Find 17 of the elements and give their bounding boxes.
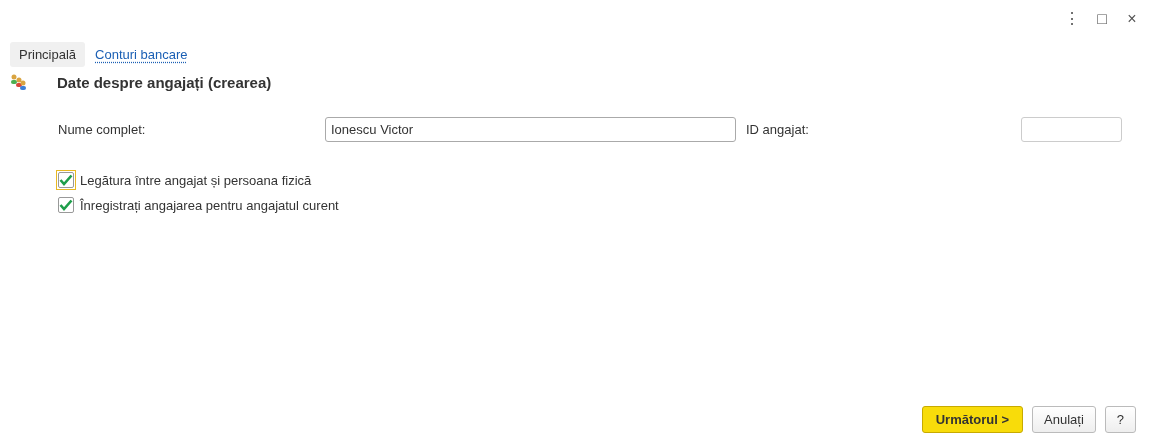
field-label: ID angajat: bbox=[746, 122, 810, 137]
input-field[interactable] bbox=[1021, 117, 1122, 142]
window-control[interactable]: □ bbox=[1094, 8, 1110, 30]
input-field[interactable]: Ionescu Victor bbox=[325, 117, 736, 142]
window-control[interactable]: × bbox=[1124, 8, 1140, 30]
field-label: Nume complet: bbox=[58, 122, 147, 137]
window-control[interactable]: ⋮ bbox=[1064, 8, 1080, 30]
checkbox-label: Înregistrați angajarea pentru angajatul curent bbox=[80, 197, 339, 213]
dialog-button[interactable]: Anulați bbox=[1032, 406, 1096, 433]
form-title: Date despre angajați (crearea) bbox=[57, 73, 272, 91]
tab[interactable]: Principală bbox=[10, 42, 86, 67]
checkbox-label: Legătura între angajat și persoana fizică bbox=[80, 172, 312, 188]
dialog-button[interactable]: ? bbox=[1104, 406, 1136, 433]
next-button[interactable]: Următorul > bbox=[921, 406, 1023, 433]
people-icon bbox=[10, 74, 28, 90]
tab[interactable]: Conturi bancare bbox=[93, 42, 190, 67]
checkbox[interactable] bbox=[58, 197, 74, 213]
